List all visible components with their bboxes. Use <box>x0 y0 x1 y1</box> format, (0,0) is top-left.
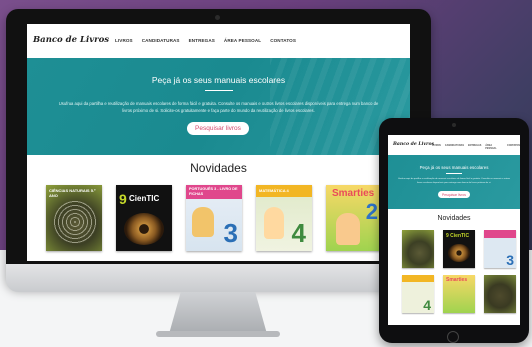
book-title: Smarties <box>446 277 468 283</box>
site-logo[interactable]: Banco de Livros <box>393 142 434 147</box>
desktop-screen: Banco de Livros LIVROS CANDIDATURAS ENTR… <box>27 24 410 261</box>
book-card[interactable]: PORTUGUÊS 3 - LIVRO DE FICHAS 3 <box>186 185 242 251</box>
book-card[interactable]: CIÊNCIAS NATURAIS 5.º ANO <box>46 185 102 251</box>
book-card[interactable]: 9 CienTIC <box>116 185 172 251</box>
book-number: 3 <box>506 252 514 268</box>
hero-divider <box>205 90 233 91</box>
hero-divider <box>446 173 462 174</box>
book-title: CienTIC <box>129 194 160 203</box>
child-illustration <box>192 207 214 237</box>
section-title: Novidades <box>190 161 247 175</box>
monitor-foot <box>156 331 280 337</box>
hero-description: Usufrua aqui da partilha e reutilização … <box>58 101 379 113</box>
cover-banner <box>402 275 434 282</box>
site-logo[interactable]: Banco de Livros <box>33 35 109 45</box>
book-number: 4 <box>423 297 431 313</box>
camera-icon <box>452 123 456 127</box>
book-title: CIÊNCIAS NATURAIS 5.º ANO <box>49 188 96 198</box>
book-title: 9 CienTIC <box>446 233 470 239</box>
spiderweb-cover-image <box>52 199 98 245</box>
nav-item-candidaturas[interactable]: CANDIDATURAS <box>142 38 180 43</box>
book-number: 2 <box>365 199 378 224</box>
tablet-device: Banco de Livros LIVROS CANDIDATURAS ENTR… <box>379 118 529 343</box>
book-card[interactable]: 4 <box>402 275 434 313</box>
child-illustration <box>336 213 360 245</box>
book-card[interactable]: Smarties 2 <box>326 185 382 251</box>
eye-cover-image <box>448 244 470 262</box>
book-title: Smarties <box>332 188 375 199</box>
nav-item-livros[interactable]: LIVROS <box>432 144 441 150</box>
books-grid: 9 CienTIC 3 4 Smarties <box>402 230 516 313</box>
navbar: Banco de Livros LIVROS CANDIDATURAS ENTR… <box>27 24 410 58</box>
nav-item-contatos[interactable]: CONTATOS <box>270 38 296 43</box>
hero-description: Usufrua aqui da partilha e reutilização … <box>397 178 511 184</box>
hero-title: Peça já os seus manuais escolares <box>419 165 489 170</box>
section-title: Novidades <box>437 215 471 222</box>
book-card[interactable]: Smarties <box>443 275 475 313</box>
tablet-screen: Banco de Livros LIVROS CANDIDATURAS ENTR… <box>388 135 520 325</box>
book-title: PORTUGUÊS 3 - LIVRO DE FICHAS <box>189 187 238 196</box>
child-illustration <box>264 207 284 239</box>
eye-cover-image <box>124 213 164 245</box>
home-button[interactable] <box>447 331 459 343</box>
book-card[interactable] <box>402 230 434 268</box>
book-number: 9 <box>119 191 127 207</box>
books-carousel: CIÊNCIAS NATURAIS 5.º ANO 9 CienTIC PORT… <box>46 185 382 251</box>
nav-links: LIVROS CANDIDATURAS ENTREGAS ÁREA PESSOA… <box>115 38 296 43</box>
book-card[interactable] <box>484 275 516 313</box>
nav-item-area-pessoal[interactable]: ÁREA PESSOAL <box>485 144 503 150</box>
nav-item-area-pessoal[interactable]: ÁREA PESSOAL <box>224 38 261 43</box>
hero-banner: Peça já os seus manuais escolares Usufru… <box>388 155 520 209</box>
book-card[interactable]: 9 CienTIC <box>443 230 475 268</box>
monitor-stand <box>169 292 267 334</box>
search-books-button[interactable]: Pesquisar livros <box>438 191 470 198</box>
book-title: MATEMÁTICA 4 <box>259 188 289 193</box>
nav-item-entregas[interactable]: ENTREGAS <box>468 144 481 150</box>
tablet-navbar: Banco de Livros LIVROS CANDIDATURAS ENTR… <box>388 135 520 155</box>
book-card[interactable]: 3 <box>484 230 516 268</box>
hero-title: Peça já os seus manuais escolares <box>151 75 286 85</box>
book-card[interactable]: MATEMÁTICA 4 4 <box>256 185 312 251</box>
monitor-chin <box>6 264 431 292</box>
nav-item-candidaturas[interactable]: CANDIDATURAS <box>445 144 464 150</box>
nav-item-livros[interactable]: LIVROS <box>115 38 133 43</box>
camera-icon <box>215 15 220 20</box>
nav-item-entregas[interactable]: ENTREGAS <box>189 38 215 43</box>
hero-banner: Peça já os seus manuais escolares Usufru… <box>27 58 410 155</box>
book-number: 3 <box>223 218 238 248</box>
book-number: 4 <box>291 218 306 248</box>
cover-banner <box>484 230 516 238</box>
search-books-button[interactable]: Pesquisar livros <box>187 122 249 135</box>
nav-item-contatos[interactable]: CONTATOS <box>507 144 520 150</box>
desktop-monitor: Banco de Livros LIVROS CANDIDATURAS ENTR… <box>6 9 431 337</box>
nav-links: LIVROS CANDIDATURAS ENTREGAS ÁREA PESSOA… <box>432 144 520 150</box>
